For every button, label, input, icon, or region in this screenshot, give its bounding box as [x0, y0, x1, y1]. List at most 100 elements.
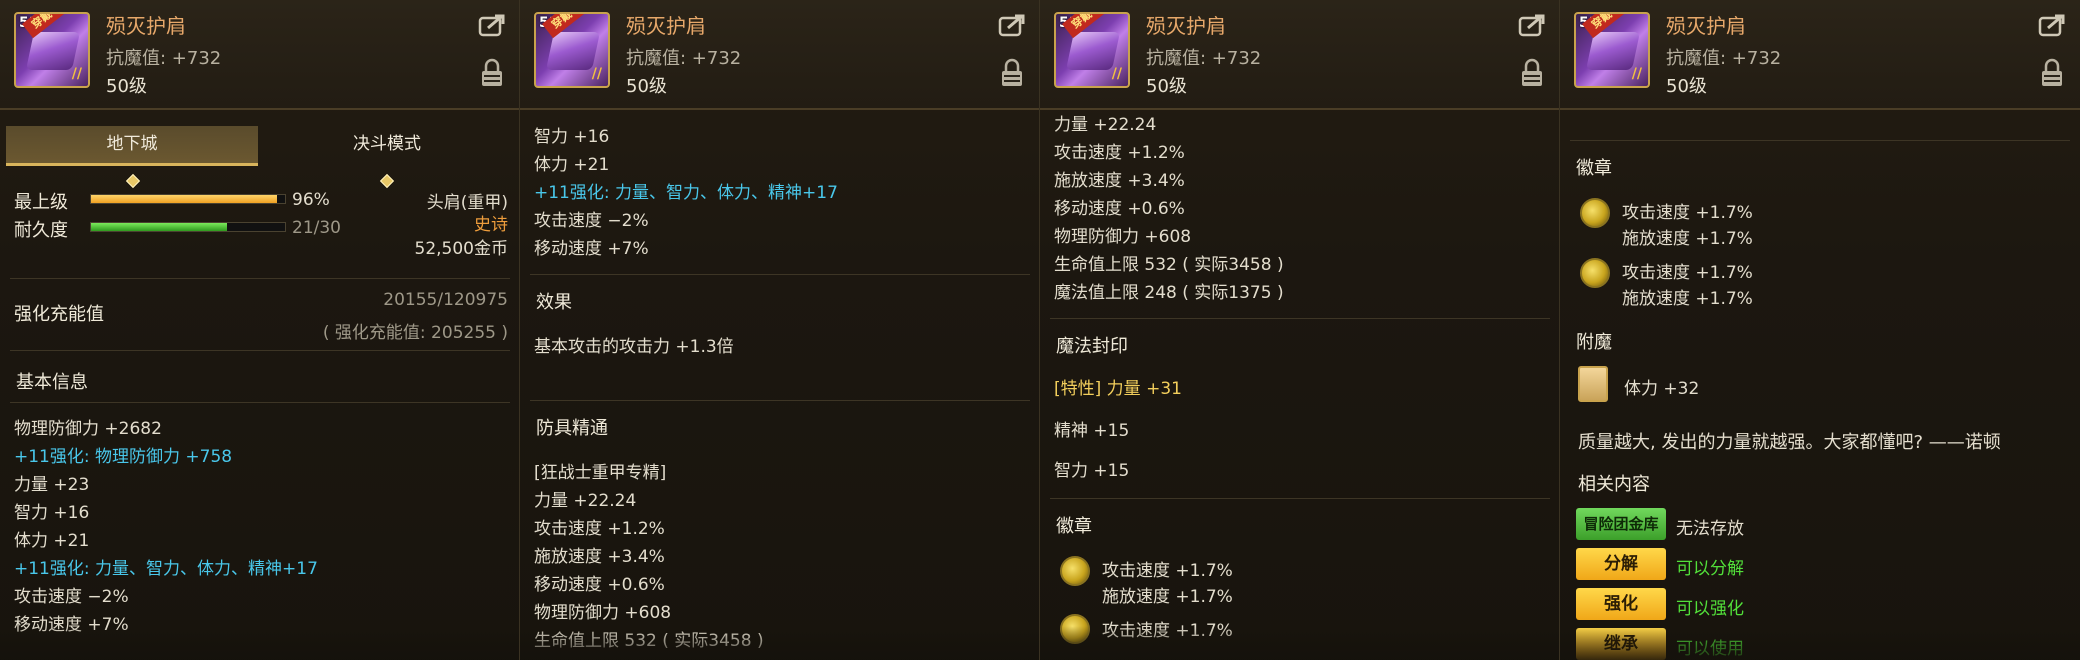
stat-line: 攻击速度 −2% [534, 211, 649, 231]
emblem-line: 攻击速度 +1.7% [1102, 621, 1233, 641]
stat-line: 移动速度 +7% [534, 239, 649, 259]
shoulder-armor-icon: 53 穿戴中 // [1574, 12, 1650, 88]
mastery-line: 魔法值上限 248 ( 实际1375 ) [1054, 283, 1284, 303]
stat-line: 智力 +16 [534, 127, 610, 147]
stat-line-enhance: +11强化: 力量、智力、体力、精神+17 [534, 183, 838, 203]
tooltip-panel-3: 53 穿戴中 // 殒灭护肩 抗魔值: +732 50级 力量 +22.24 攻… [1040, 0, 1560, 660]
stat-line: 移动速度 +7% [14, 615, 129, 635]
durability-bar [90, 222, 286, 232]
share-icon[interactable] [2038, 12, 2068, 38]
durability-value: 21/30 [292, 218, 341, 238]
enchant-heading: 附魔 [1576, 332, 1612, 353]
item-header: 53 穿戴中 // 殒灭护肩 抗魔值: +732 50级 [1040, 0, 1559, 110]
disassemble-status: 可以分解 [1676, 559, 1744, 579]
emblem-line: 施放速度 +1.7% [1622, 229, 1753, 249]
shoulder-armor-icon: 53 穿戴中 // [1054, 12, 1130, 88]
emblem-line: 攻击速度 +1.7% [1622, 263, 1753, 283]
stat-line: 体力 +21 [534, 155, 610, 175]
item-magic-resist: 抗魔值: +732 [1146, 48, 1262, 69]
shoulder-armor-icon: 53 穿戴中 // [534, 12, 610, 88]
item-name: 殒灭护肩 [1146, 14, 1226, 38]
stat-line: 物理防御力 +2682 [14, 419, 162, 439]
item-name: 殒灭护肩 [1666, 14, 1746, 38]
adventure-vault-button[interactable]: 冒险团金库 [1576, 508, 1666, 540]
item-header: 53 穿戴中 // 殒灭护肩 抗魔值: +732 50级 [0, 0, 519, 110]
disassemble-button[interactable]: 分解 [1576, 548, 1666, 580]
share-icon[interactable] [998, 12, 1028, 38]
divider [10, 278, 510, 279]
tab-dungeon[interactable]: 地下城 [6, 126, 258, 166]
emblem-line: 攻击速度 +1.7% [1102, 561, 1233, 581]
mastery-line: [狂战士重甲专精] [534, 463, 667, 483]
stat-line: 攻击速度 −2% [14, 587, 129, 607]
divider [1570, 140, 2070, 141]
shoulder-armor-icon: 53 穿戴中 // [14, 12, 90, 88]
item-magic-resist: 抗魔值: +732 [626, 48, 742, 69]
stat-line: 力量 +23 [14, 475, 90, 495]
item-magic-resist: 抗魔值: +732 [106, 48, 222, 69]
inherit-button[interactable]: 继承 [1576, 628, 1666, 660]
vault-status: 无法存放 [1676, 519, 1744, 539]
yellow-emblem-icon [1060, 556, 1090, 586]
rarity-label: 史诗 [474, 215, 508, 235]
stat-line-enhance: +11强化: 力量、智力、体力、精神+17 [14, 559, 318, 579]
item-icon-mark: // [591, 66, 602, 82]
basic-info-heading: 基本信息 [16, 372, 88, 393]
effect-heading: 效果 [536, 292, 572, 313]
enhance-status: 可以强化 [1676, 599, 1744, 619]
inherit-status: 可以使用 [1676, 639, 1744, 659]
enhance-button[interactable]: 强化 [1576, 588, 1666, 620]
tab-indicator-diamond [125, 173, 141, 189]
share-icon[interactable] [478, 12, 508, 38]
mastery-line: 移动速度 +0.6% [534, 575, 665, 595]
item-icon-mark: // [1631, 66, 1642, 82]
item-name: 殒灭护肩 [106, 14, 186, 38]
magic-seal-heading: 魔法封印 [1056, 336, 1128, 357]
mastery-heading: 防具精通 [536, 418, 608, 439]
mastery-line: 力量 +22.24 [534, 491, 637, 511]
mastery-line: 力量 +22.24 [1054, 115, 1157, 135]
mastery-line: 施放速度 +3.4% [1054, 171, 1185, 191]
mastery-line: 生命值上限 532 ( 实际3458 ) [1054, 255, 1284, 275]
stat-line: 体力 +21 [14, 531, 90, 551]
item-icon-mark: // [71, 66, 82, 82]
seal-line: 精神 +15 [1054, 421, 1130, 441]
durability-label: 耐久度 [14, 220, 68, 241]
lock-icon[interactable] [1520, 58, 1544, 88]
yellow-emblem-icon [1580, 258, 1610, 288]
charge-label: 强化充能值 [14, 304, 104, 325]
emblem-line: 攻击速度 +1.7% [1622, 203, 1753, 223]
item-header: 53 穿戴中 // 殒灭护肩 抗魔值: +732 50级 [1560, 0, 2080, 110]
lock-icon[interactable] [2040, 58, 2064, 88]
grade-value: 96% [292, 190, 330, 210]
tooltip-panel-2: 53 穿戴中 // 殒灭护肩 抗魔值: +732 50级 智力 +16 体力 +… [520, 0, 1040, 660]
mastery-line: 物理防御力 +608 [534, 603, 672, 623]
lock-icon[interactable] [1000, 58, 1024, 88]
divider [530, 274, 1030, 275]
tooltip-panel-4: 53 穿戴中 // 殒灭护肩 抗魔值: +732 50级 徽章 攻击速度 +1.… [1560, 0, 2080, 660]
divider [10, 350, 510, 351]
divider [1050, 498, 1550, 499]
emblem-line: 施放速度 +1.7% [1622, 289, 1753, 309]
tab-indicator-diamond [379, 173, 395, 189]
divider [1050, 318, 1550, 319]
seal-special: [特性] 力量 +31 [1054, 379, 1182, 399]
share-icon[interactable] [1518, 12, 1548, 38]
divider [530, 400, 1030, 401]
tab-pvp[interactable]: 决斗模式 [260, 126, 514, 166]
enchant-card-icon [1578, 366, 1608, 402]
charge-value: 20155/120975 [383, 290, 508, 310]
item-icon-mark: // [1111, 66, 1122, 82]
item-level: 50级 [106, 76, 147, 97]
mastery-line: 攻击速度 +1.2% [534, 519, 665, 539]
item-level: 50级 [1146, 76, 1187, 97]
yellow-emblem-icon [1580, 198, 1610, 228]
item-name: 殒灭护肩 [626, 14, 706, 38]
mastery-line: 攻击速度 +1.2% [1054, 143, 1185, 163]
lock-icon[interactable] [480, 58, 504, 88]
mastery-line: 生命值上限 532 ( 实际3458 ) [534, 631, 764, 651]
flavor-text: 质量越大, 发出的力量就越强。大家都懂吧? ——诺顿 [1578, 432, 2001, 453]
seal-line: 智力 +15 [1054, 461, 1130, 481]
grade-label: 最上级 [14, 192, 68, 213]
enchant-text: 体力 +32 [1624, 379, 1700, 399]
